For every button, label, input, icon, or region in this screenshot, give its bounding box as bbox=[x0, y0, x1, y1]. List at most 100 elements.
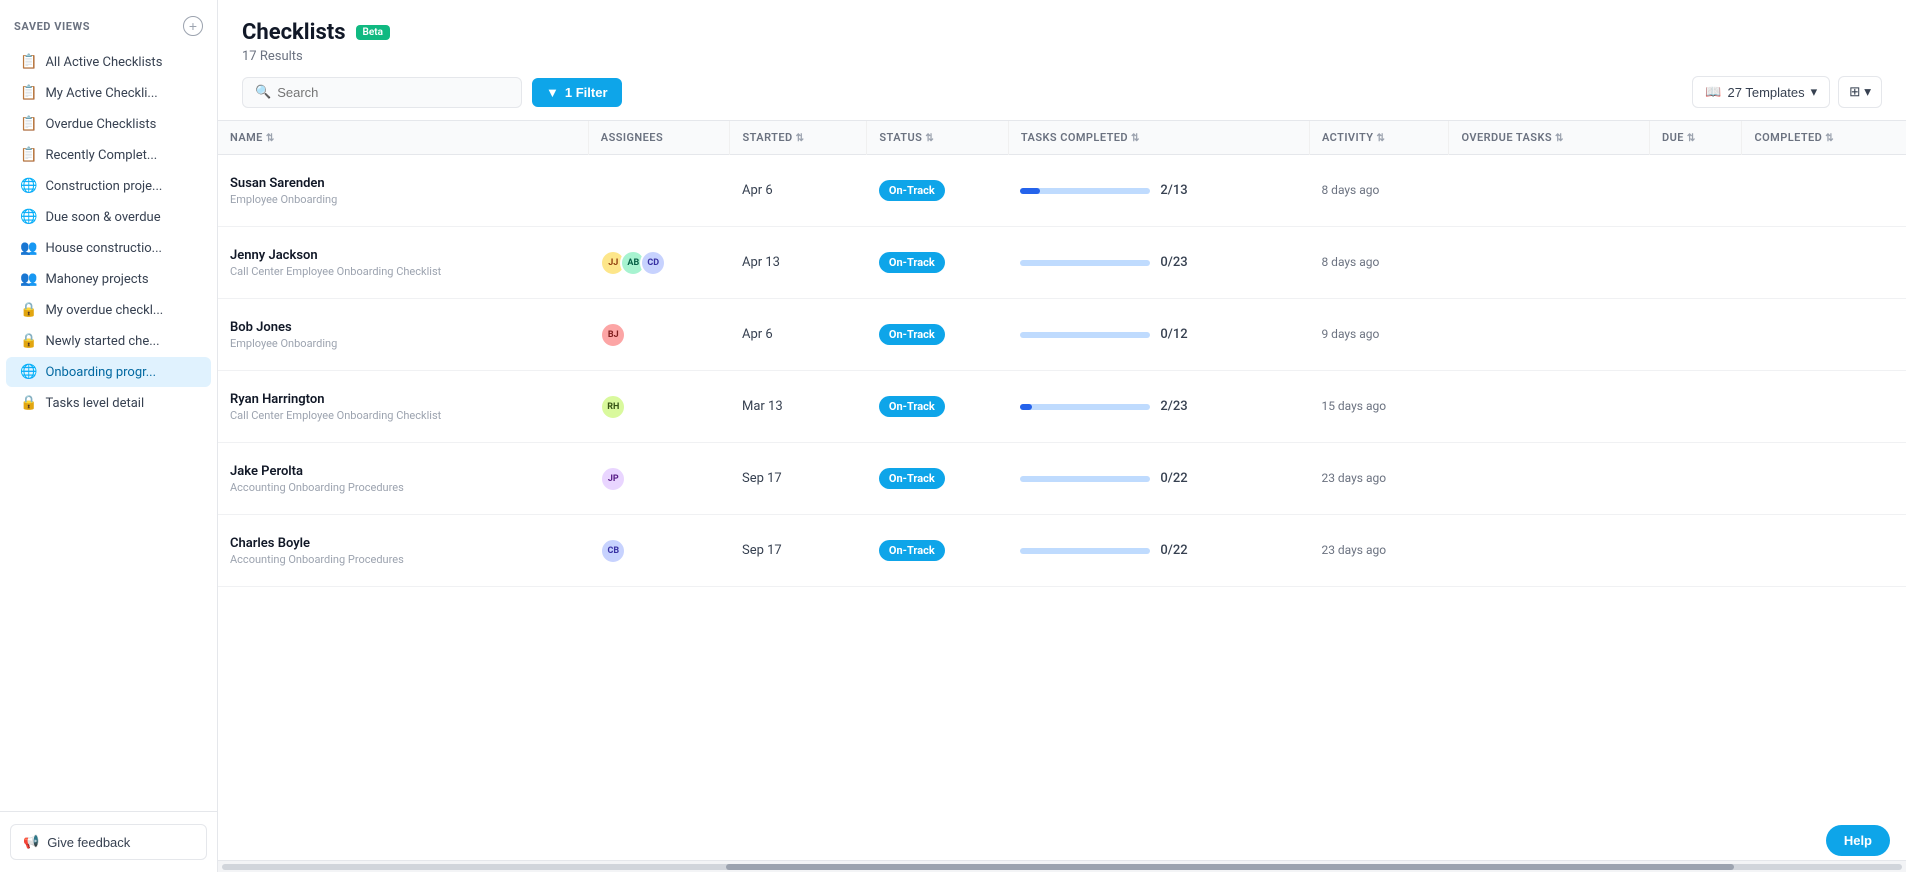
col-header-assignees: ASSIGNEES bbox=[588, 121, 730, 155]
row-sub: Accounting Onboarding Procedures bbox=[230, 481, 576, 494]
cell-assignees-row6: CB bbox=[588, 515, 730, 587]
give-feedback-button[interactable]: 📢 Give feedback bbox=[10, 824, 207, 860]
table-row[interactable]: Ryan Harrington Call Center Employee Onb… bbox=[218, 371, 1906, 443]
sidebar-item-onboarding[interactable]: 🌐 Onboarding progr... bbox=[6, 357, 211, 387]
table-body: Susan Sarenden Employee Onboarding Apr 6… bbox=[218, 155, 1906, 587]
search-input[interactable] bbox=[277, 85, 509, 100]
sidebar-icon-onboarding: 🌐 bbox=[20, 364, 37, 380]
progress-bar bbox=[1020, 260, 1150, 266]
cell-status-row6: On-Track bbox=[867, 515, 1009, 587]
sidebar-label-overdue: Overdue Checklists bbox=[45, 117, 156, 132]
table-row[interactable]: Charles Boyle Accounting Onboarding Proc… bbox=[218, 515, 1906, 587]
sidebar-item-due-soon[interactable]: 🌐 Due soon & overdue bbox=[6, 202, 211, 232]
main-header: Checklists Beta 17 Results 🔍 ▼ 1 Filter … bbox=[218, 0, 1906, 121]
col-header-due[interactable]: DUE⇅ bbox=[1650, 121, 1742, 155]
tasks-count: 2/23 bbox=[1160, 399, 1187, 414]
cell-completed-row4 bbox=[1742, 371, 1906, 443]
progress-bar bbox=[1020, 332, 1150, 338]
cell-tasks-row6: 0/22 bbox=[1008, 515, 1309, 587]
row-sub: Employee Onboarding bbox=[230, 337, 576, 350]
sidebar-item-my-active[interactable]: 📋 My Active Checkli... bbox=[6, 78, 211, 108]
beta-badge: Beta bbox=[356, 25, 390, 40]
col-header-name[interactable]: NAME⇅ bbox=[218, 121, 588, 155]
col-header-status[interactable]: STATUS⇅ bbox=[867, 121, 1009, 155]
status-badge: On-Track bbox=[879, 540, 945, 561]
add-view-button[interactable]: + bbox=[183, 16, 203, 36]
row-name: Bob Jones bbox=[230, 320, 576, 335]
cell-overdue-row6 bbox=[1449, 515, 1650, 587]
cell-started-row3: Apr 6 bbox=[730, 299, 867, 371]
activity-text: 8 days ago bbox=[1321, 183, 1379, 197]
sort-icon: ⇅ bbox=[1687, 133, 1696, 144]
sidebar-icon-house-construction: 👥 bbox=[20, 240, 37, 256]
sidebar-item-house-construction[interactable]: 👥 House constructio... bbox=[6, 233, 211, 263]
col-header-started[interactable]: STARTED⇅ bbox=[730, 121, 867, 155]
view-chevron-icon: ▾ bbox=[1864, 84, 1871, 100]
cell-tasks-row4: 2/23 bbox=[1008, 371, 1309, 443]
cell-name-row2: Jenny Jackson Call Center Employee Onboa… bbox=[218, 227, 588, 299]
activity-text: 9 days ago bbox=[1321, 327, 1379, 341]
cell-assignees-row3: BJ bbox=[588, 299, 730, 371]
search-box[interactable]: 🔍 bbox=[242, 77, 522, 108]
sidebar-label-construction: Construction proje... bbox=[45, 179, 162, 194]
col-header-tasks_completed[interactable]: TASKS COMPLETED⇅ bbox=[1008, 121, 1309, 155]
cell-name-row3: Bob Jones Employee Onboarding bbox=[218, 299, 588, 371]
cell-overdue-row5 bbox=[1449, 443, 1650, 515]
sidebar-item-mahoney[interactable]: 👥 Mahoney projects bbox=[6, 264, 211, 294]
help-button[interactable]: Help bbox=[1826, 825, 1890, 856]
col-header-completed[interactable]: COMPLETED⇅ bbox=[1742, 121, 1906, 155]
progress-bar bbox=[1020, 404, 1150, 410]
cell-status-row3: On-Track bbox=[867, 299, 1009, 371]
view-toggle-button[interactable]: ⊞ ▾ bbox=[1838, 76, 1882, 108]
avatar: JP bbox=[600, 466, 626, 492]
table-row[interactable]: Bob Jones Employee Onboarding BJ Apr 6 On-… bbox=[218, 299, 1906, 371]
sidebar-label-due-soon: Due soon & overdue bbox=[45, 210, 160, 225]
search-icon: 🔍 bbox=[255, 85, 271, 100]
sidebar-item-overdue[interactable]: 📋 Overdue Checklists bbox=[6, 109, 211, 139]
feedback-label: Give feedback bbox=[47, 835, 130, 850]
cell-tasks-row3: 0/12 bbox=[1008, 299, 1309, 371]
col-header-overdue_tasks[interactable]: OVERDUE TASKS⇅ bbox=[1449, 121, 1650, 155]
sort-icon: ⇅ bbox=[266, 133, 275, 144]
avatar: CD bbox=[640, 250, 666, 276]
cell-started-row1: Apr 6 bbox=[730, 155, 867, 227]
filter-button[interactable]: ▼ 1 Filter bbox=[532, 78, 622, 107]
table-row[interactable]: Jenny Jackson Call Center Employee Onboa… bbox=[218, 227, 1906, 299]
cell-completed-row3 bbox=[1742, 299, 1906, 371]
templates-chevron-icon: ▾ bbox=[1811, 84, 1818, 100]
sidebar-item-newly-started[interactable]: 🔒 Newly started che... bbox=[6, 326, 211, 356]
row-sub: Call Center Employee Onboarding Checklis… bbox=[230, 409, 576, 422]
sidebar-item-all-active[interactable]: 📋 All Active Checklists bbox=[6, 47, 211, 77]
horizontal-scrollbar[interactable] bbox=[218, 860, 1906, 872]
sidebar-label-recently-completed: Recently Complet... bbox=[45, 148, 157, 163]
table-row[interactable]: Jake Perolta Accounting Onboarding Proce… bbox=[218, 443, 1906, 515]
status-badge: On-Track bbox=[879, 396, 945, 417]
tasks-count: 0/22 bbox=[1160, 543, 1187, 558]
sidebar-icon-newly-started: 🔒 bbox=[20, 333, 37, 349]
tasks-count: 0/22 bbox=[1160, 471, 1187, 486]
activity-text: 23 days ago bbox=[1321, 471, 1386, 485]
status-badge: On-Track bbox=[879, 324, 945, 345]
template-book-icon: 📖 bbox=[1705, 84, 1721, 100]
sidebar-item-recently-completed[interactable]: 📋 Recently Complet... bbox=[6, 140, 211, 170]
cell-overdue-row1 bbox=[1449, 155, 1650, 227]
cell-activity-row5: 23 days ago bbox=[1309, 443, 1449, 515]
toolbar-left: 🔍 ▼ 1 Filter bbox=[242, 77, 622, 108]
cell-assignees-row5: JP bbox=[588, 443, 730, 515]
avatar: BJ bbox=[600, 322, 626, 348]
table-row[interactable]: Susan Sarenden Employee Onboarding Apr 6… bbox=[218, 155, 1906, 227]
cell-assignees-row1 bbox=[588, 155, 730, 227]
sidebar-item-construction[interactable]: 🌐 Construction proje... bbox=[6, 171, 211, 201]
row-name: Jake Perolta bbox=[230, 464, 576, 479]
sidebar-label-house-construction: House constructio... bbox=[45, 241, 162, 256]
avatar: CB bbox=[600, 538, 626, 564]
sidebar-item-my-overdue[interactable]: 🔒 My overdue checkl... bbox=[6, 295, 211, 325]
templates-button[interactable]: 📖 27 Templates ▾ bbox=[1692, 76, 1830, 108]
sidebar-label-onboarding: Onboarding progr... bbox=[45, 365, 156, 380]
progress-fill bbox=[1020, 188, 1040, 194]
row-name: Jenny Jackson bbox=[230, 248, 576, 263]
grid-icon: ⊞ bbox=[1849, 84, 1860, 100]
sidebar-icon-mahoney: 👥 bbox=[20, 271, 37, 287]
sidebar-item-tasks-level[interactable]: 🔒 Tasks level detail bbox=[6, 388, 211, 418]
col-header-activity[interactable]: ACTIVITY⇅ bbox=[1309, 121, 1449, 155]
